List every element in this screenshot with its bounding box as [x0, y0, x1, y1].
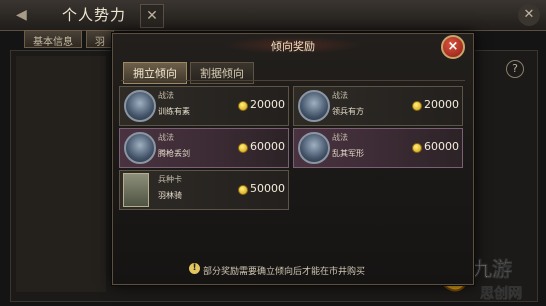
watermark-text-1: 九游	[471, 257, 512, 281]
card-cost: 50000	[250, 182, 285, 195]
coin-icon	[238, 101, 248, 111]
card-name: 领兵有方	[332, 107, 364, 116]
card-type: 兵种卡	[158, 175, 182, 184]
reward-card[interactable]: 战法 训练有素 20000	[119, 86, 289, 126]
watermark-text-2: 思创网	[480, 285, 522, 302]
card-type: 战法	[332, 91, 348, 100]
card-cost: 20000	[424, 98, 459, 111]
warning-icon: !	[189, 263, 200, 274]
note-text: 部分奖励需要确立倾向后才能在市井购买	[203, 267, 366, 277]
close-icon[interactable]: ✕	[140, 4, 164, 28]
tab-second[interactable]: 羽	[86, 30, 114, 48]
coin-icon	[412, 143, 422, 153]
general-portrait-icon	[298, 132, 330, 164]
card-name: 羽林骑	[158, 191, 182, 200]
reward-card[interactable]: 战法 领兵有方 20000	[293, 86, 463, 126]
right-close-icon[interactable]: ✕	[518, 4, 540, 26]
reward-modal: 倾向奖励 × 拥立倾向 割据倾向 战法 训练有素 20000 战法 领兵有方 2…	[112, 33, 474, 285]
coin-icon	[238, 143, 248, 153]
background-tabs: 基本信息 羽	[24, 30, 114, 48]
card-name: 乱其军形	[332, 149, 364, 158]
card-cost: 60000	[250, 140, 285, 153]
card-cost: 20000	[250, 98, 285, 111]
general-portrait-icon	[298, 90, 330, 122]
card-name: 训练有素	[158, 107, 190, 116]
general-portrait-icon	[124, 132, 156, 164]
card-name: 腾枪丢剑	[158, 149, 190, 158]
card-cost: 60000	[424, 140, 459, 153]
reward-card[interactable]: 兵种卡 羽林骑 50000	[119, 170, 289, 210]
card-type: 战法	[158, 91, 174, 100]
coin-icon	[412, 101, 422, 111]
reward-note: ! 部分奖励需要确立倾向后才能在市井购买	[189, 263, 366, 277]
modal-title: 倾向奖励	[271, 40, 315, 53]
general-portrait-icon	[124, 90, 156, 122]
troop-card-icon	[123, 173, 149, 207]
reward-card[interactable]: 战法 腾枪丢剑 60000	[119, 128, 289, 168]
close-button[interactable]: ×	[441, 35, 465, 59]
background-sidebar	[16, 56, 106, 292]
back-icon[interactable]: ◀	[8, 6, 44, 24]
card-type: 战法	[332, 133, 348, 142]
help-icon[interactable]: ?	[506, 60, 524, 78]
reward-card[interactable]: 战法 乱其军形 60000	[293, 128, 463, 168]
tab-basic-info[interactable]: 基本信息	[24, 30, 82, 48]
page-title: 个人势力	[62, 6, 127, 24]
coin-icon	[238, 185, 248, 195]
card-type: 战法	[158, 133, 174, 142]
tab-divider	[121, 80, 465, 81]
